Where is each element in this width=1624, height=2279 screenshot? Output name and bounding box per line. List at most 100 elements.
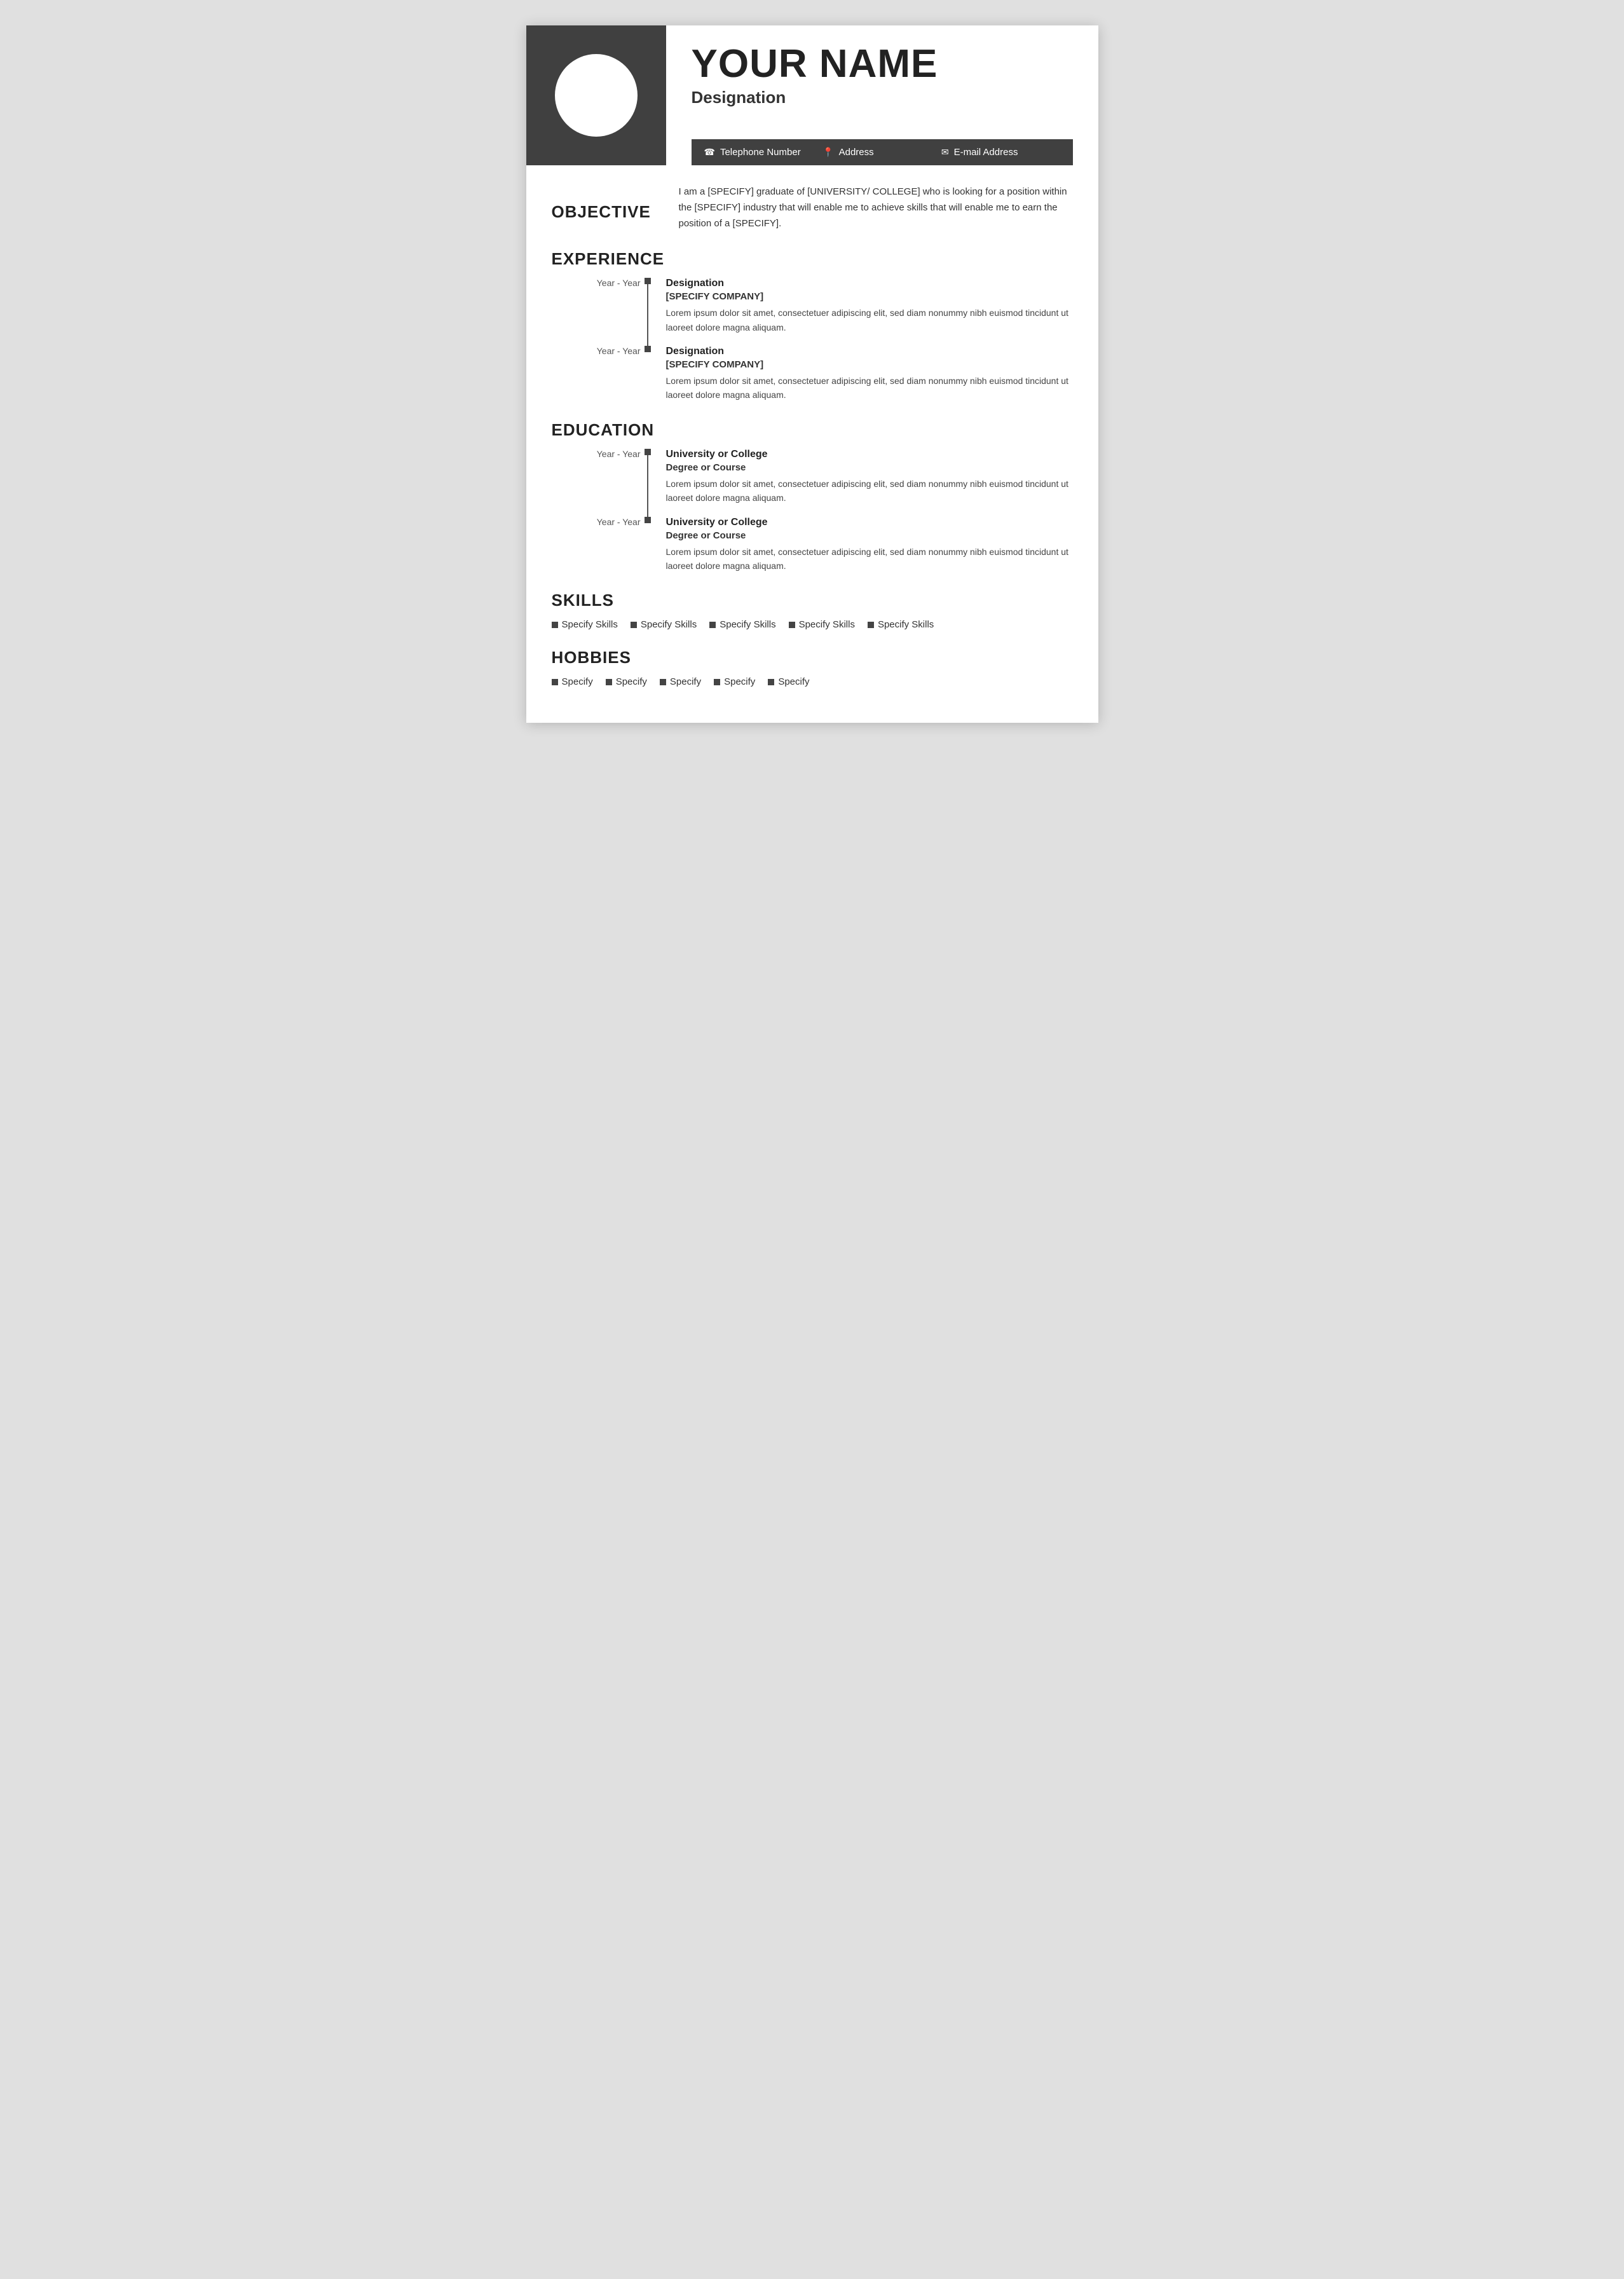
email-text: E-mail Address [954, 147, 1018, 158]
exp1-job-title: Designation [666, 278, 1073, 289]
skill-item-3: Specify Skills [709, 619, 775, 630]
skill-item-2: Specify Skills [631, 619, 697, 630]
edu2-right: University or College Degree or Course L… [666, 517, 1073, 573]
skill-item-5: Specify Skills [868, 619, 934, 630]
exp1-right: Designation [SPECIFY COMPANY] Lorem ipsu… [666, 278, 1073, 334]
hobby-item-3: Specify [660, 676, 701, 687]
hobby-item-2: Specify [606, 676, 647, 687]
skill-item-4: Specify Skills [789, 619, 855, 630]
exp2-years: Year - Year [597, 346, 641, 356]
main-content: OBJECTIVE I am a [SPECIFY] graduate of [… [526, 165, 1098, 723]
exp2-company: [SPECIFY COMPANY] [666, 359, 1073, 370]
candidate-name: YOUR NAME [692, 44, 1073, 84]
exp2-left: Year - Year [552, 346, 653, 402]
header-info: YOUR NAME Designation ☎ Telephone Number… [666, 25, 1098, 165]
email-icon: ✉ [941, 147, 949, 158]
skill-bullet-2 [631, 622, 637, 628]
contact-phone: ☎ Telephone Number [704, 147, 823, 158]
exp2-line [645, 346, 651, 414]
edu1-institution: University or College [666, 449, 1073, 460]
contact-email: ✉ E-mail Address [941, 147, 1060, 158]
edu2-description: Lorem ipsum dolor sit amet, consectetuer… [666, 545, 1073, 573]
education-entry-1: Year - Year University or College Degree… [552, 449, 1073, 505]
skill-item-1: Specify Skills [552, 619, 618, 630]
exp2-job-title: Designation [666, 346, 1073, 357]
skill-label-5: Specify Skills [878, 619, 934, 630]
experience-section: EXPERIENCE Year - Year Designation [SPEC… [552, 249, 1073, 402]
edu2-degree: Degree or Course [666, 530, 1073, 541]
edu1-vertical-line [647, 455, 648, 517]
edu2-institution: University or College [666, 517, 1073, 528]
hobby-bullet-2 [606, 679, 612, 685]
skill-label-2: Specify Skills [641, 619, 697, 630]
hobby-bullet-3 [660, 679, 666, 685]
edu2-years: Year - Year [597, 517, 641, 527]
skill-bullet-5 [868, 622, 874, 628]
contact-address: 📍 Address [822, 147, 941, 158]
skills-list: Specify Skills Specify Skills Specify Sk… [552, 619, 1073, 630]
hobby-bullet-1 [552, 679, 558, 685]
objective-text: I am a [SPECIFY] graduate of [UNIVERSITY… [679, 184, 1073, 231]
exp2-dot [645, 346, 651, 352]
candidate-designation: Designation [692, 88, 1073, 107]
edu1-degree: Degree or Course [666, 462, 1073, 473]
location-icon: 📍 [822, 147, 833, 158]
edu1-line [645, 449, 651, 517]
education-section: EDUCATION Year - Year University or Coll… [552, 420, 1073, 573]
hobby-bullet-5 [768, 679, 774, 685]
experience-entry-2: Year - Year Designation [SPECIFY COMPANY… [552, 346, 1073, 402]
edu2-dot [645, 517, 651, 523]
skill-bullet-4 [789, 622, 795, 628]
edu2-line [645, 517, 651, 585]
exp1-vertical-line [647, 284, 648, 346]
skills-section-title: SKILLS [552, 591, 1073, 610]
hobbies-section: HOBBIES Specify Specify Specify Specify [552, 648, 1073, 687]
education-timeline: Year - Year University or College Degree… [552, 449, 1073, 573]
skills-section: SKILLS Specify Skills Specify Skills Spe… [552, 591, 1073, 630]
skill-bullet-1 [552, 622, 558, 628]
education-section-title: EDUCATION [552, 420, 1073, 440]
experience-timeline: Year - Year Designation [SPECIFY COMPANY… [552, 278, 1073, 402]
header-photo-area [526, 25, 666, 165]
phone-text: Telephone Number [720, 147, 801, 158]
hobby-label-5: Specify [778, 676, 809, 687]
edu1-years: Year - Year [597, 449, 641, 459]
objective-label-col: OBJECTIVE [552, 184, 666, 231]
education-entry-2: Year - Year University or College Degree… [552, 517, 1073, 573]
exp1-left: Year - Year [552, 278, 653, 334]
hobby-label-2: Specify [616, 676, 647, 687]
avatar [555, 54, 638, 137]
hobby-label-4: Specify [724, 676, 755, 687]
hobbies-list: Specify Specify Specify Specify Specify [552, 676, 1073, 687]
objective-section: OBJECTIVE I am a [SPECIFY] graduate of [… [552, 184, 1073, 231]
hobby-bullet-4 [714, 679, 720, 685]
hobby-label-3: Specify [670, 676, 701, 687]
edu1-dot [645, 449, 651, 455]
objective-row: OBJECTIVE I am a [SPECIFY] graduate of [… [552, 184, 1073, 231]
skill-bullet-3 [709, 622, 716, 628]
hobbies-section-title: HOBBIES [552, 648, 1073, 667]
exp1-description: Lorem ipsum dolor sit amet, consectetuer… [666, 306, 1073, 334]
hobby-item-4: Specify [714, 676, 755, 687]
exp1-company: [SPECIFY COMPANY] [666, 291, 1073, 302]
experience-entry-1: Year - Year Designation [SPECIFY COMPANY… [552, 278, 1073, 334]
hobby-item-1: Specify [552, 676, 593, 687]
address-text: Address [839, 147, 874, 158]
edu2-left: Year - Year [552, 517, 653, 573]
skill-label-3: Specify Skills [720, 619, 775, 630]
skill-label-4: Specify Skills [799, 619, 855, 630]
exp1-dot [645, 278, 651, 284]
objective-section-title: OBJECTIVE [552, 202, 666, 222]
experience-section-title: EXPERIENCE [552, 249, 1073, 269]
edu1-right: University or College Degree or Course L… [666, 449, 1073, 505]
skill-label-1: Specify Skills [562, 619, 618, 630]
exp1-line [645, 278, 651, 346]
exp2-right: Designation [SPECIFY COMPANY] Lorem ipsu… [666, 346, 1073, 402]
contact-bar: ☎ Telephone Number 📍 Address ✉ E-mail Ad… [692, 139, 1073, 165]
hobby-label-1: Specify [562, 676, 593, 687]
exp2-description: Lorem ipsum dolor sit amet, consectetuer… [666, 374, 1073, 402]
edu1-left: Year - Year [552, 449, 653, 505]
resume-header: YOUR NAME Designation ☎ Telephone Number… [526, 25, 1098, 165]
phone-icon: ☎ [704, 147, 715, 158]
hobby-item-5: Specify [768, 676, 809, 687]
